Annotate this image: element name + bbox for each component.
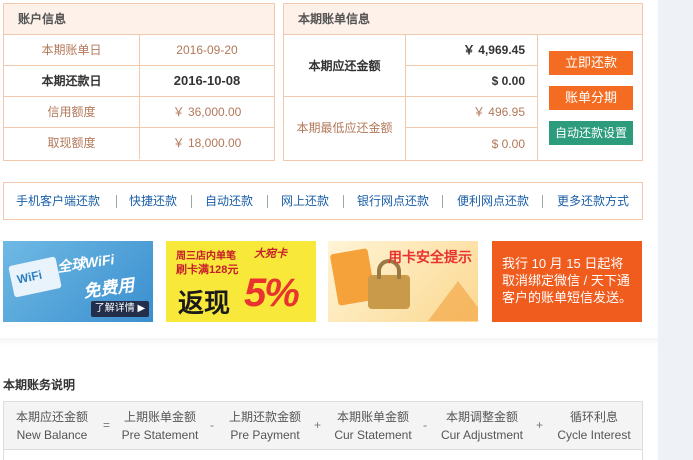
divider <box>442 195 443 208</box>
card-tag: 大宛卡 <box>254 248 287 260</box>
amount-due-label: 本期应还金额 <box>284 35 406 97</box>
operator: - <box>423 418 427 432</box>
pay-method-mobile[interactable]: 手机客户端还款 <box>16 183 100 219</box>
divider <box>191 195 192 208</box>
right-scroll-area <box>658 0 693 460</box>
cashback-line1: 周三店内单笔 <box>176 251 236 262</box>
pay-method-more[interactable]: 更多还款方式 <box>557 183 629 219</box>
due-date-label: 本期还款日 <box>4 66 140 96</box>
account-info-header: 账户信息 <box>4 4 274 35</box>
payment-methods-nav: 手机客户端还款 快捷还款 自动还款 网上还款 银行网点还款 便利网点还款 更多还… <box>3 182 643 220</box>
cashback-percent: 5% <box>244 271 300 315</box>
divider <box>116 195 117 208</box>
cash-limit-value: ￥ 18,000.00 <box>172 136 242 150</box>
auto-pay-settings-button[interactable]: 自动还款设置 <box>549 121 633 145</box>
notice-text: 我行 10 月 15 日起将取消绑定微信 / 天下通客户的账单短信发送。 <box>502 256 633 305</box>
col-en-label: Cycle Interest <box>557 428 631 442</box>
col-cn-label: 上期账单金额 <box>123 410 196 424</box>
pay-now-button[interactable]: 立即还款 <box>549 51 633 75</box>
statement-date-value: 2016-09-20 <box>176 43 238 57</box>
col-en-label: Cur Adjustment <box>440 428 524 442</box>
statement-date-row: 本期账单日 2016-09-20 <box>4 35 274 66</box>
installment-button[interactable]: 账单分期 <box>549 86 633 110</box>
col-cn-label: 本期调整金额 <box>445 410 518 424</box>
cashback-big: 返现 <box>178 288 231 318</box>
col-cycle-interest: 循环利息 Cycle Interest <box>549 408 639 444</box>
divider <box>542 195 543 208</box>
amount-due-usd: $ 0.00 <box>406 66 538 97</box>
pay-method-convenience[interactable]: 便利网点还款 <box>457 183 529 219</box>
card-graphic: WiFi <box>8 256 62 298</box>
wifi-banner[interactable]: WiFi 全球WiFi 免费用 了解详情 ▶ <box>3 241 153 322</box>
cashback-banner[interactable]: 周三店内单笔 刷卡满128元 大宛卡 返现 5% <box>166 241 316 322</box>
account-info-panel: 账户信息 本期账单日 2016-09-20 本期还款日 2016-10-08 信… <box>3 3 275 161</box>
col-cn-label: 上期还款金额 <box>228 410 301 424</box>
divider <box>343 195 344 208</box>
pay-method-auto[interactable]: 自动还款 <box>205 183 253 219</box>
col-cn-label: 循环利息 <box>569 410 618 424</box>
lock-icon <box>368 259 410 309</box>
min-due-usd: $ 0.00 <box>406 128 538 160</box>
credit-limit-value: ￥ 36,000.00 <box>172 105 242 119</box>
pay-method-branch[interactable]: 银行网点还款 <box>357 183 429 219</box>
min-due-rmb: ￥ 496.95 <box>406 97 538 128</box>
col-en-label: Pre Payment <box>230 428 300 442</box>
amount-due-rmb: ￥ 4,969.45 <box>406 35 538 66</box>
col-pre-payment: 上期还款金额 Pre Payment <box>219 408 311 444</box>
section-divider <box>0 338 658 346</box>
security-banner[interactable]: 用卡安全提示 <box>328 241 478 322</box>
statement-section-title: 本期账务说明 <box>3 378 76 392</box>
col-cur-adjustment: 本期调整金额 Cur Adjustment <box>432 408 532 444</box>
learn-more-link[interactable]: 了解详情 ▶ <box>91 301 149 317</box>
wifi-subtitle: 免费用 <box>82 275 136 302</box>
wifi-title: 全球WiFi <box>56 251 116 275</box>
operator: + <box>536 418 544 432</box>
operator: = <box>103 418 111 432</box>
wifi-badge: WiFi <box>15 267 44 287</box>
min-due-label: 本期最低应还金额 <box>284 97 406 160</box>
notice-banner[interactable]: 我行 10 月 15 日起将取消绑定微信 / 天下通客户的账单短信发送。 <box>492 241 642 322</box>
col-en-label: Pre Statement <box>121 428 199 442</box>
col-cn-label: 本期应还金额 <box>15 410 88 424</box>
col-pre-statement: 上期账单金额 Pre Statement <box>114 408 206 444</box>
security-title: 用卡安全提示 <box>388 249 472 265</box>
col-cn-label: 本期账单金额 <box>336 410 409 424</box>
pay-method-online[interactable]: 网上还款 <box>281 183 329 219</box>
col-new-balance: 本期应还金额 New Balance <box>4 408 100 444</box>
col-cur-statement: 本期账单金额 Cur Statement <box>324 408 422 444</box>
operator: - <box>210 418 214 432</box>
cash-limit-row: 取现额度 ￥ 18,000.00 <box>4 128 274 159</box>
statement-table-header: 本期应还金额 New Balance = 上期账单金额 Pre Statemen… <box>4 402 642 450</box>
decorative-shape <box>428 281 478 321</box>
due-date-row: 本期还款日 2016-10-08 <box>4 66 274 97</box>
credit-limit-label: 信用额度 <box>4 97 140 127</box>
operator: + <box>314 418 322 432</box>
statement-date-label: 本期账单日 <box>4 35 140 65</box>
due-date-value: 2016-10-08 <box>173 73 241 88</box>
bill-info-header: 本期账单信息 <box>284 4 642 35</box>
statement-table: 本期应还金额 New Balance = 上期账单金额 Pre Statemen… <box>3 401 643 460</box>
cashback-line2: 刷卡满128元 <box>176 264 239 276</box>
credit-limit-row: 信用额度 ￥ 36,000.00 <box>4 97 274 128</box>
col-en-label: New Balance <box>16 428 88 442</box>
bill-info-panel: 本期账单信息 本期应还金额 ￥ 4,969.45 $ 0.00 本期最低应还金额… <box>283 3 643 161</box>
pay-method-quick[interactable]: 快捷还款 <box>129 183 177 219</box>
col-en-label: Cur Statement <box>334 428 412 442</box>
cash-limit-label: 取现额度 <box>4 128 140 159</box>
divider <box>267 195 268 208</box>
